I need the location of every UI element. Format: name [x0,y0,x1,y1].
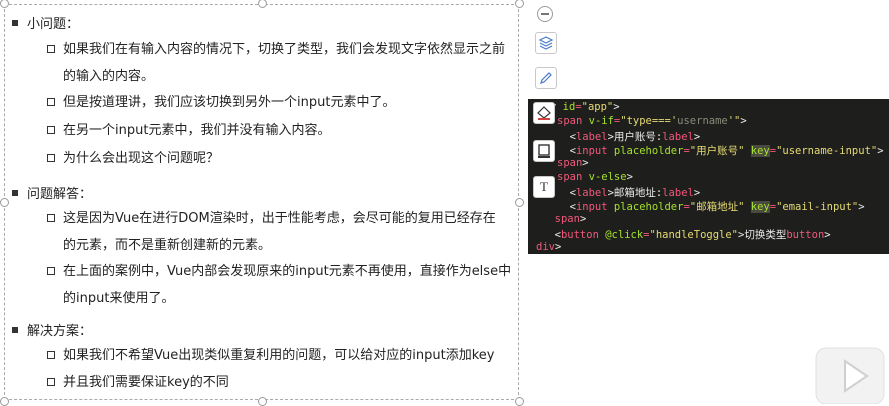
code-line: <label>邮箱地址:label> [557,187,701,199]
list-item-text: 但是按道理讲，我们应该切换到另外一个input元素中了。 [63,95,396,110]
layers-icon [538,36,554,50]
square-bullet-icon [12,326,18,333]
hollow-square-bullet-icon [47,267,55,275]
resize-handle-middle-left[interactable] [0,198,9,207]
list-item: 这是因为Vue在进行DOM渲染时，出于性能考虑，会尽可能的复用已经存在 的元素，… [47,205,517,259]
text-style-icon: T [540,179,548,194]
list-item-text: 如果我们不希望Vue出现类似重复利用的问题，可以给对应的input添加key [63,348,495,363]
hollow-square-bullet-icon [47,214,55,222]
list-item-text: 在另一个input元素中，我们并没有输入内容。 [63,123,331,138]
list-item: 如果我们在有输入内容的情况下，切换了类型，我们会发现文字依然显示之前 的输入的内… [47,36,517,90]
pen-tool-button[interactable] [535,67,557,89]
list-item-text-continued: 的input来使用了。 [63,291,175,306]
code-snippet-image[interactable]: v id="app"> span v-if="type==='username'… [528,99,889,254]
section-title: 小问题： [27,17,80,32]
section-heading: 小问题： [12,13,79,32]
section-heading: 问题解答： [12,183,92,202]
section-title: 解决方案： [27,324,93,339]
code-line: span> [557,157,589,169]
list-item: 为什么会出现这个问题呢？ [47,145,517,172]
section-title: 问题解答： [27,187,93,202]
code-line: v id="app"> [550,101,620,113]
list-item: 在另一个input元素中，我们并没有输入内容。 [47,117,517,144]
code-line: span v-if="type==='username'"> [557,115,747,127]
code-line: <button @click="handleToggle">切换类型button… [542,229,831,241]
text-style-button[interactable]: T [533,176,555,198]
hollow-square-bullet-icon [47,351,55,359]
shape-outline-button[interactable] [533,140,555,162]
section-heading: 解决方案： [12,320,92,339]
resize-handle-bottom-center[interactable] [258,397,267,406]
code-line: <input placeholder="邮箱地址" key="email-inp… [557,201,865,213]
shape-fill-button[interactable] [533,102,555,124]
pen-icon [540,72,552,84]
list-item: 在上面的案例中，Vue内部会发现原来的input元素不再使用，直接作为else中… [47,258,517,312]
shape-fill-icon [537,106,551,120]
code-line: <input placeholder="用户账号" key="username-… [557,145,884,157]
code-line: div> [536,241,562,253]
minus-circle-icon [541,13,549,15]
hollow-square-bullet-icon [47,126,55,134]
list-item-text: 在上面的案例中，Vue内部会发现原来的input元素不再使用，直接作为else中 [63,264,512,279]
code-line: span> [554,213,587,225]
list-item-text-continued: 的元素，而不是重新创建新的元素。 [63,238,272,253]
collapse-button[interactable] [537,6,553,22]
code-line: <label>用户账号:label> [557,131,701,143]
list-item-text: 如果我们在有输入内容的情况下，切换了类型，我们会发现文字依然显示之前 [63,42,506,57]
code-line: span v-else> [557,171,633,183]
play-button-icon[interactable] [815,347,885,404]
hollow-square-bullet-icon [47,45,55,53]
layout-options-button[interactable] [535,32,557,54]
resize-handle-bottom-right[interactable] [515,397,524,406]
hollow-square-bullet-icon [47,378,55,386]
resize-handle-bottom-left[interactable] [0,397,9,406]
hollow-square-bullet-icon [47,154,55,162]
list-item-text: 为什么会出现这个问题呢？ [63,151,220,166]
square-bullet-icon [12,189,18,196]
square-bullet-icon [12,19,18,26]
list-item-text-continued: 的输入的内容。 [63,69,155,84]
list-item: 并且我们需要保证key的不同 [47,369,517,396]
list-item: 但是按道理讲，我们应该切换到另外一个input元素中了。 [47,89,517,116]
hollow-square-bullet-icon [47,98,55,106]
resize-handle-top-right[interactable] [515,0,524,8]
list-item-text: 这是因为Vue在进行DOM渲染时，出于性能考虑，会尽可能的复用已经存在 [63,211,496,226]
list-item-text: 并且我们需要保证key的不同 [63,375,229,390]
list-item: 如果我们不希望Vue出现类似重复利用的问题，可以给对应的input添加key [47,342,517,369]
border-icon [538,144,550,158]
